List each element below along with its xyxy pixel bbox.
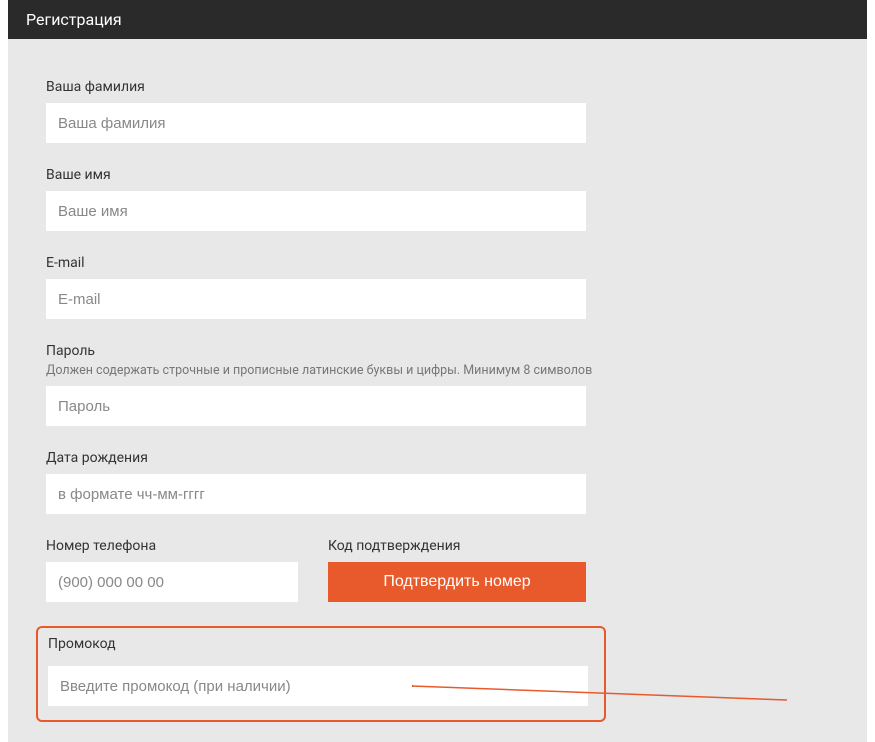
first-name-label: Ваше имя [46,167,829,183]
promo-highlight-box: Промокод [36,626,606,722]
verification-group: Код подтверждения Подтвердить номер [328,538,586,602]
phone-input[interactable] [46,562,298,602]
phone-label: Номер телефона [46,538,298,554]
last-name-group: Ваша фамилия [46,79,829,143]
password-group: Пароль Должен содержать строчные и пропи… [46,343,829,426]
promo-input[interactable] [48,666,588,706]
password-input[interactable] [46,386,586,426]
password-hint: Должен содержать строчные и прописные ла… [46,363,829,378]
phone-group: Номер телефона [46,538,298,602]
email-input[interactable] [46,279,586,319]
birthdate-label: Дата рождения [46,450,829,466]
first-name-input[interactable] [46,191,586,231]
first-name-group: Ваше имя [46,167,829,231]
phone-row: Номер телефона Код подтверждения Подтвер… [46,538,829,602]
password-label: Пароль [46,343,829,359]
birthdate-group: Дата рождения [46,450,829,514]
promo-label: Промокод [48,636,594,652]
last-name-label: Ваша фамилия [46,79,829,95]
email-group: E-mail [46,255,829,319]
last-name-input[interactable] [46,103,586,143]
page-title: Регистрация [26,10,122,29]
confirm-phone-button[interactable]: Подтвердить номер [328,562,586,602]
verification-label: Код подтверждения [328,538,586,554]
registration-form: Ваша фамилия Ваше имя E-mail Пароль Долж… [8,39,867,742]
birthdate-input[interactable] [46,474,586,514]
page-header: Регистрация [8,0,867,39]
email-label: E-mail [46,255,829,271]
